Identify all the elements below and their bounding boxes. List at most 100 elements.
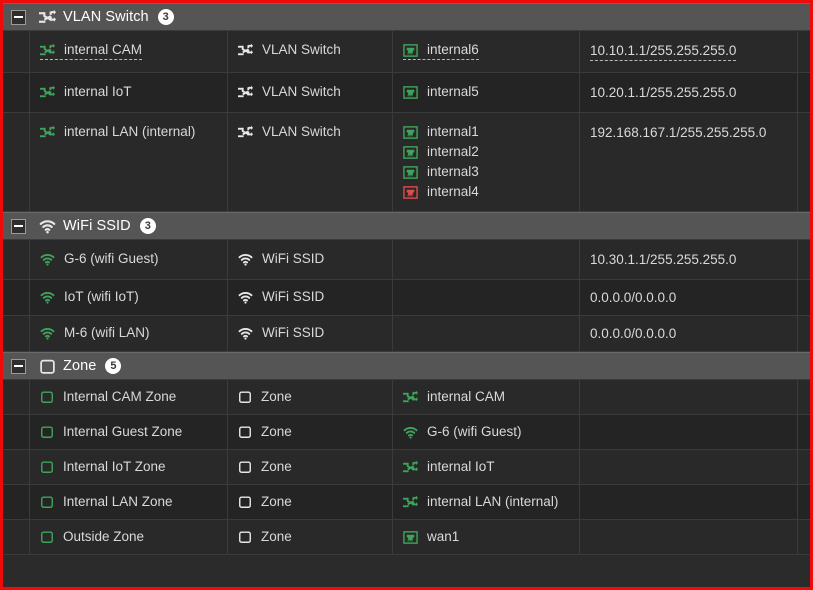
ethernet-port-icon: [403, 530, 418, 545]
name-value[interactable]: Outside Zone: [40, 529, 144, 545]
cell-type[interactable]: WiFi SSID: [228, 240, 393, 279]
row-gutter: [3, 380, 30, 414]
cell-type[interactable]: Zone: [228, 520, 393, 554]
interface-item[interactable]: G-6 (wifi Guest): [403, 424, 522, 440]
name-value[interactable]: internal LAN (internal): [40, 124, 195, 140]
cell-interfaces[interactable]: internal6: [393, 31, 580, 72]
cell-interfaces[interactable]: internal1 internal2 internal3 internal4: [393, 113, 580, 211]
name-value[interactable]: Internal LAN Zone: [40, 494, 173, 510]
cell-interfaces[interactable]: wan1: [393, 520, 580, 554]
name-value[interactable]: Internal IoT Zone: [40, 459, 166, 475]
name-value[interactable]: M-6 (wifi LAN): [40, 325, 150, 341]
table-row[interactable]: Outside Zone Zone wan1: [3, 520, 810, 555]
row-gutter: [3, 485, 30, 519]
cell-address[interactable]: [580, 485, 798, 519]
address-value: 10.30.1.1/255.255.255.0: [590, 251, 736, 268]
name-value[interactable]: G-6 (wifi Guest): [40, 251, 159, 267]
cell-name[interactable]: internal IoT: [30, 73, 228, 112]
table-row[interactable]: internal LAN (internal) VLAN Switch intern…: [3, 113, 810, 212]
type-value: VLAN Switch: [238, 42, 341, 58]
cell-address[interactable]: [580, 380, 798, 414]
cell-type[interactable]: VLAN Switch: [228, 31, 393, 72]
collapse-button-vlan-switch[interactable]: [11, 10, 26, 25]
cell-type[interactable]: WiFi SSID: [228, 316, 393, 351]
zone-icon: [40, 390, 54, 404]
cell-interfaces[interactable]: internal LAN (internal): [393, 485, 580, 519]
wifi-icon: [40, 290, 55, 305]
table-row[interactable]: internal IoT VLAN Switch internal5 10.20.1.…: [3, 73, 810, 113]
name-value[interactable]: Internal CAM Zone: [40, 389, 176, 405]
interface-item[interactable]: internal6: [403, 42, 479, 60]
interface-list: G-6 (wifi Guest): [403, 424, 522, 440]
zone-icon: [40, 530, 54, 544]
type-value: WiFi SSID: [238, 251, 324, 267]
cell-interfaces[interactable]: internal CAM: [393, 380, 580, 414]
cell-type[interactable]: VLAN Switch: [228, 113, 393, 211]
cell-interfaces[interactable]: [393, 240, 580, 279]
cell-type[interactable]: VLAN Switch: [228, 73, 393, 112]
cell-name[interactable]: Internal Guest Zone: [30, 415, 228, 449]
cell-interfaces[interactable]: internal5: [393, 73, 580, 112]
cell-interfaces[interactable]: internal IoT: [393, 450, 580, 484]
table-row[interactable]: M-6 (wifi LAN) WiFi SSID 0.0.0.0/0.0.0.0: [3, 316, 810, 352]
interface-item[interactable]: internal2: [403, 144, 479, 160]
name-value[interactable]: internal IoT: [40, 84, 132, 100]
cell-address[interactable]: 0.0.0.0/0.0.0.0: [580, 280, 798, 315]
row-gutter: [3, 240, 30, 279]
cell-name[interactable]: M-6 (wifi LAN): [30, 316, 228, 351]
cell-address[interactable]: 0.0.0.0/0.0.0.0: [580, 316, 798, 351]
cell-name[interactable]: internal LAN (internal): [30, 113, 228, 211]
name-label: internal LAN (internal): [64, 124, 195, 140]
cell-type[interactable]: Zone: [228, 485, 393, 519]
cell-interfaces[interactable]: G-6 (wifi Guest): [393, 415, 580, 449]
cell-address[interactable]: [580, 415, 798, 449]
cell-address[interactable]: 10.20.1.1/255.255.255.0: [580, 73, 798, 112]
cell-address[interactable]: [580, 450, 798, 484]
cell-interfaces[interactable]: [393, 280, 580, 315]
collapse-button-wifi-ssid[interactable]: [11, 219, 26, 234]
cell-type[interactable]: Zone: [228, 415, 393, 449]
table-row[interactable]: IoT (wifi IoT) WiFi SSID 0.0.0.0/0.0.0.0: [3, 280, 810, 316]
cell-name[interactable]: Internal IoT Zone: [30, 450, 228, 484]
table-row[interactable]: Internal Guest Zone Zone G-6 (wifi Guest): [3, 415, 810, 450]
cell-type[interactable]: Zone: [228, 450, 393, 484]
table-row[interactable]: G-6 (wifi Guest) WiFi SSID 10.30.1.1/255.2…: [3, 240, 810, 280]
cell-name[interactable]: internal CAM: [30, 31, 228, 72]
name-value[interactable]: IoT (wifi IoT): [40, 289, 139, 305]
cell-address[interactable]: 10.10.1.1/255.255.255.0: [580, 31, 798, 72]
interface-item[interactable]: internal4: [403, 184, 479, 200]
cell-name[interactable]: IoT (wifi IoT): [30, 280, 228, 315]
cell-address[interactable]: 192.168.167.1/255.255.255.0: [580, 113, 798, 211]
cell-name[interactable]: Internal LAN Zone: [30, 485, 228, 519]
interface-label: internal5: [427, 84, 479, 100]
cell-name[interactable]: G-6 (wifi Guest): [30, 240, 228, 279]
collapse-button-zone[interactable]: [11, 359, 26, 374]
cell-address[interactable]: [580, 520, 798, 554]
table-row[interactable]: Internal LAN Zone Zone internal LAN (inter…: [3, 485, 810, 520]
table-row[interactable]: Internal IoT Zone Zone internal IoT: [3, 450, 810, 485]
type-label: Zone: [261, 424, 292, 440]
name-value[interactable]: Internal Guest Zone: [40, 424, 182, 440]
table-row[interactable]: Internal CAM Zone Zone internal CAM: [3, 380, 810, 415]
type-label: VLAN Switch: [262, 124, 341, 140]
ethernet-port-icon: [403, 43, 418, 58]
interface-item[interactable]: internal3: [403, 164, 479, 180]
interface-item[interactable]: internal LAN (internal): [403, 494, 558, 510]
wifi-icon: [40, 252, 55, 267]
cell-type[interactable]: Zone: [228, 380, 393, 414]
interface-item[interactable]: wan1: [403, 529, 459, 545]
interface-item[interactable]: internal5: [403, 84, 479, 100]
type-label: WiFi SSID: [262, 289, 324, 305]
cell-interfaces[interactable]: [393, 316, 580, 351]
cell-name[interactable]: Internal CAM Zone: [30, 380, 228, 414]
cell-address[interactable]: 10.30.1.1/255.255.255.0: [580, 240, 798, 279]
cell-type[interactable]: WiFi SSID: [228, 280, 393, 315]
cell-name[interactable]: Outside Zone: [30, 520, 228, 554]
interface-item[interactable]: internal IoT: [403, 459, 495, 475]
name-value[interactable]: internal CAM: [40, 42, 142, 60]
type-label: WiFi SSID: [262, 325, 324, 341]
table-row[interactable]: internal CAM VLAN Switch internal6 10.10.1.…: [3, 31, 810, 73]
interface-item[interactable]: internal CAM: [403, 389, 505, 405]
interface-item[interactable]: internal1: [403, 124, 479, 140]
cell-trailing: [798, 485, 813, 519]
